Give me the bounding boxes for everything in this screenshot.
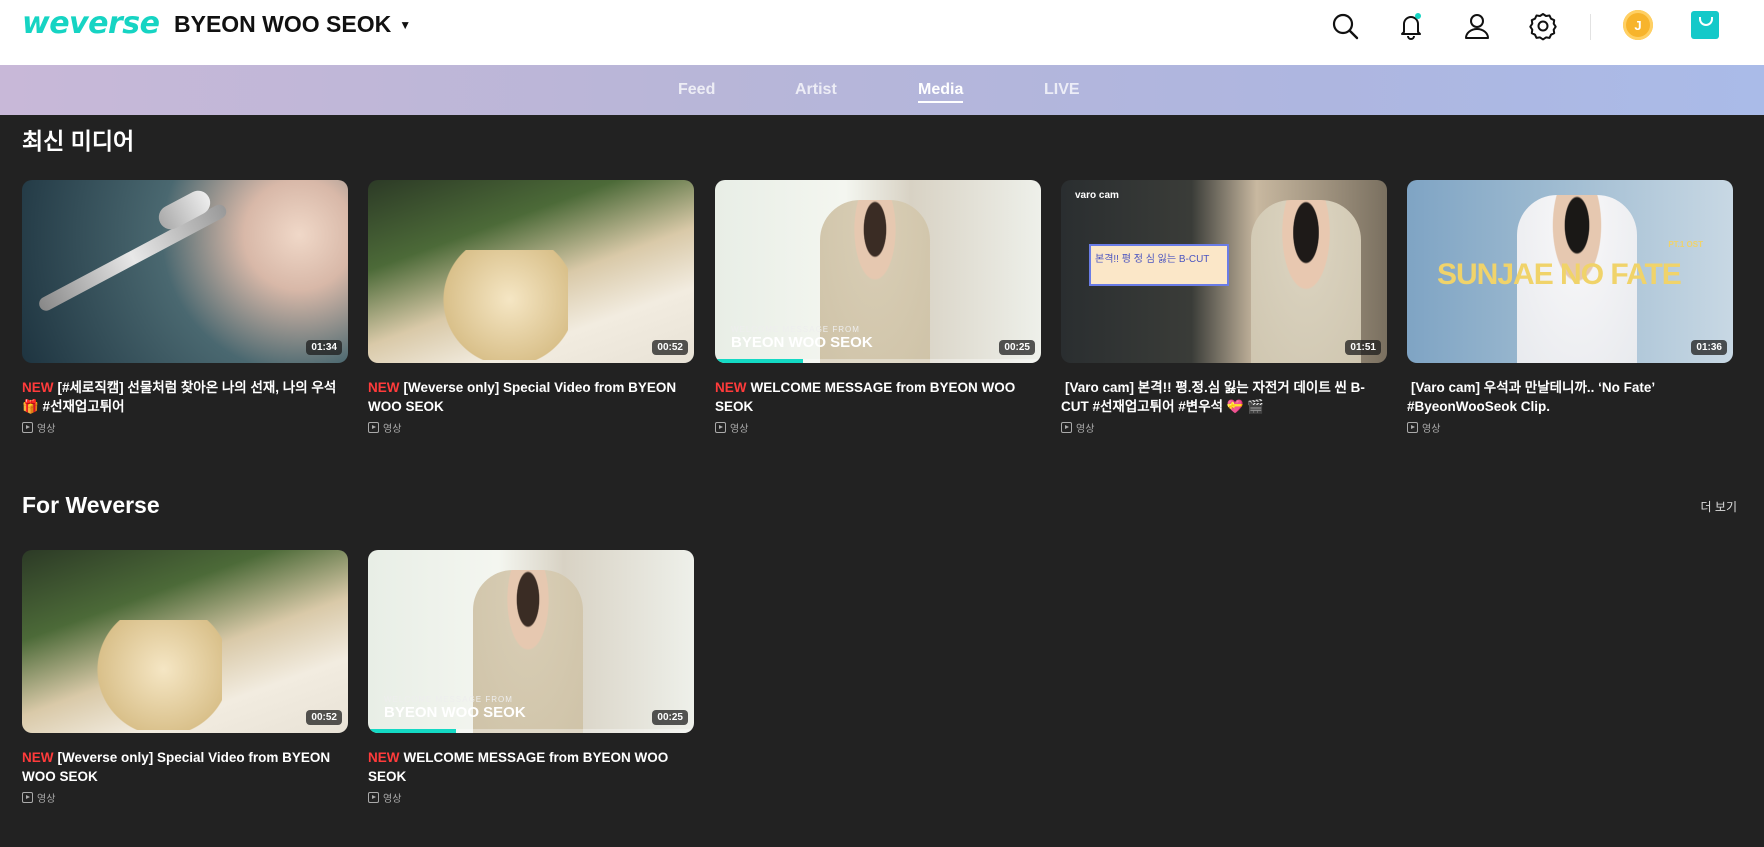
sunjae-title-graphic: SUNJAE NO FATE xyxy=(1437,258,1682,291)
new-badge: NEW xyxy=(368,750,400,765)
microphone-stand xyxy=(36,202,229,314)
media-card[interactable]: WELCOME MESSAGE FROM BYEON WOO SEOK 00:2… xyxy=(368,550,694,805)
video-title-text: WELCOME MESSAGE from BYEON WOO SEOK xyxy=(368,750,669,784)
video-meta: 영상 xyxy=(368,790,694,805)
video-title-text: [Varo cam] 우석과 만날테니까.. ‘No Fate’ #ByeonW… xyxy=(1407,380,1655,414)
tab-feed[interactable]: Feed xyxy=(678,81,715,99)
video-duration: 01:51 xyxy=(1345,340,1381,355)
section-title-latest-media: 최신 미디어 xyxy=(22,128,135,154)
top-header: weverse BYEON WOO SEOK ▼ J xyxy=(0,0,1764,65)
video-title[interactable]: [Varo cam] 우석과 만날테니까.. ‘No Fate’ #ByeonW… xyxy=(1407,378,1727,416)
new-badge: NEW xyxy=(22,380,54,395)
video-meta: 영상 xyxy=(1061,420,1387,435)
media-type-label: 영상 xyxy=(37,794,56,805)
media-type-label: 영상 xyxy=(1076,424,1095,435)
profile-icon[interactable] xyxy=(1462,11,1492,41)
video-duration: 01:34 xyxy=(306,340,342,355)
media-card[interactable]: WELCOME MESSAGE FROM BYEON WOO SEOK 00:2… xyxy=(715,180,1041,435)
media-type-label: 영상 xyxy=(383,794,402,805)
play-icon xyxy=(22,422,33,433)
play-icon xyxy=(368,792,379,803)
community-name: BYEON WOO SEOK xyxy=(174,11,392,37)
shop-icon[interactable] xyxy=(1691,11,1719,39)
video-thumbnail[interactable]: WELCOME MESSAGE FROM BYEON WOO SEOK 00:2… xyxy=(715,180,1041,363)
search-icon[interactable] xyxy=(1330,11,1360,41)
video-title-text: WELCOME MESSAGE from BYEON WOO SEOK xyxy=(715,380,1016,414)
video-title[interactable]: NEW [Weverse only] Special Video from BYE… xyxy=(368,378,688,416)
video-title-text: [Varo cam] 본격!! 평.정.심 잃는 자전거 데이트 씬 B-CUT… xyxy=(1061,380,1365,414)
person-figure xyxy=(1251,200,1361,363)
play-icon xyxy=(368,422,379,433)
new-badge: NEW xyxy=(368,380,400,395)
new-badge: NEW xyxy=(22,750,54,765)
ost-label: PT.1 OST xyxy=(1668,240,1703,249)
play-icon xyxy=(715,422,726,433)
thumbnail-caption: WELCOME MESSAGE FROM BYEON WOO SEOK xyxy=(384,695,526,721)
notification-bell-icon[interactable] xyxy=(1396,11,1426,41)
video-thumbnail[interactable]: 01:34 xyxy=(22,180,348,363)
header-divider xyxy=(1590,14,1591,40)
video-title[interactable]: NEW [#세로직캠] 선물처럼 찾아온 나의 선재, 나의 우석 🎁 #선재업고… xyxy=(22,378,342,416)
play-icon xyxy=(1407,422,1418,433)
play-icon xyxy=(22,792,33,803)
video-meta: 영상 xyxy=(715,420,1041,435)
tab-live[interactable]: LIVE xyxy=(1044,81,1080,99)
dog-figure xyxy=(438,250,568,360)
media-type-label: 영상 xyxy=(37,424,56,435)
watch-progress-bar xyxy=(715,359,804,363)
video-title-text: [#세로직캠] 선물처럼 찾아온 나의 선재, 나의 우석 🎁 #선재업고튀어 xyxy=(22,380,337,414)
video-duration: 01:36 xyxy=(1691,340,1727,355)
new-badge: NEW xyxy=(715,380,747,395)
video-thumbnail[interactable]: WELCOME MESSAGE FROM BYEON WOO SEOK 00:2… xyxy=(368,550,694,733)
video-duration: 00:52 xyxy=(652,340,688,355)
video-duration: 00:25 xyxy=(652,710,688,725)
tab-artist[interactable]: Artist xyxy=(795,81,837,99)
video-title[interactable]: NEW [Weverse only] Special Video from BYE… xyxy=(22,748,342,786)
video-duration: 00:52 xyxy=(306,710,342,725)
thumbnail-caption: WELCOME MESSAGE FROM BYEON WOO SEOK xyxy=(731,325,873,351)
video-thumbnail[interactable]: 본격!! 평 정 심 잃는 B-CUT varo cam 01:51 xyxy=(1061,180,1387,363)
see-more-link[interactable]: 더 보기 xyxy=(1701,498,1737,515)
section-title-for-weverse: For Weverse xyxy=(22,492,160,518)
media-type-label: 영상 xyxy=(1422,424,1441,435)
media-card[interactable]: 01:34 NEW [#세로직캠] 선물처럼 찾아온 나의 선재, 나의 우석 🎁… xyxy=(22,180,348,435)
video-title-text: [Weverse only] Special Video from BYEON … xyxy=(22,750,331,784)
media-type-label: 영상 xyxy=(730,424,749,435)
video-thumbnail[interactable]: SUNJAE NO FATE PT.1 OST 01:36 xyxy=(1407,180,1733,363)
video-title-text: [Weverse only] Special Video from BYEON … xyxy=(368,380,677,414)
speech-bubble-graphic: 본격!! 평 정 심 잃는 B-CUT xyxy=(1089,244,1229,286)
media-type-label: 영상 xyxy=(383,424,402,435)
community-switcher[interactable]: BYEON WOO SEOK ▼ xyxy=(174,11,411,38)
media-card[interactable]: 본격!! 평 정 심 잃는 B-CUT varo cam 01:51 [Varo… xyxy=(1061,180,1387,435)
video-meta: 영상 xyxy=(368,420,694,435)
video-meta: 영상 xyxy=(22,790,348,805)
play-icon xyxy=(1061,422,1072,433)
video-title[interactable]: NEW WELCOME MESSAGE from BYEON WOO SEOK xyxy=(368,748,688,786)
media-card[interactable]: SUNJAE NO FATE PT.1 OST 01:36 [Varo cam]… xyxy=(1407,180,1733,435)
video-meta: 영상 xyxy=(1407,420,1733,435)
varo-cam-label: varo cam xyxy=(1075,190,1119,201)
media-card[interactable]: 00:52 NEW [Weverse only] Special Video fr… xyxy=(22,550,348,805)
video-meta: 영상 xyxy=(22,420,348,435)
tab-media[interactable]: Media xyxy=(918,81,964,103)
video-thumbnail[interactable]: 00:52 xyxy=(368,180,694,363)
video-thumbnail[interactable]: 00:52 xyxy=(22,550,348,733)
media-card[interactable]: 00:52 NEW [Weverse only] Special Video fr… xyxy=(368,180,694,435)
video-title[interactable]: NEW WELCOME MESSAGE from BYEON WOO SEOK xyxy=(715,378,1035,416)
jelly-coin-icon[interactable]: J xyxy=(1623,10,1653,40)
weverse-logo[interactable]: weverse xyxy=(22,6,160,41)
chevron-down-icon: ▼ xyxy=(399,17,412,32)
community-tab-bar: Feed Artist Media LIVE xyxy=(0,65,1764,115)
video-duration: 00:25 xyxy=(999,340,1035,355)
video-title[interactable]: [Varo cam] 본격!! 평.정.심 잃는 자전거 데이트 씬 B-CUT… xyxy=(1061,378,1381,416)
dog-figure xyxy=(92,620,222,730)
settings-gear-icon[interactable] xyxy=(1528,11,1558,41)
watch-progress-bar xyxy=(368,729,457,733)
